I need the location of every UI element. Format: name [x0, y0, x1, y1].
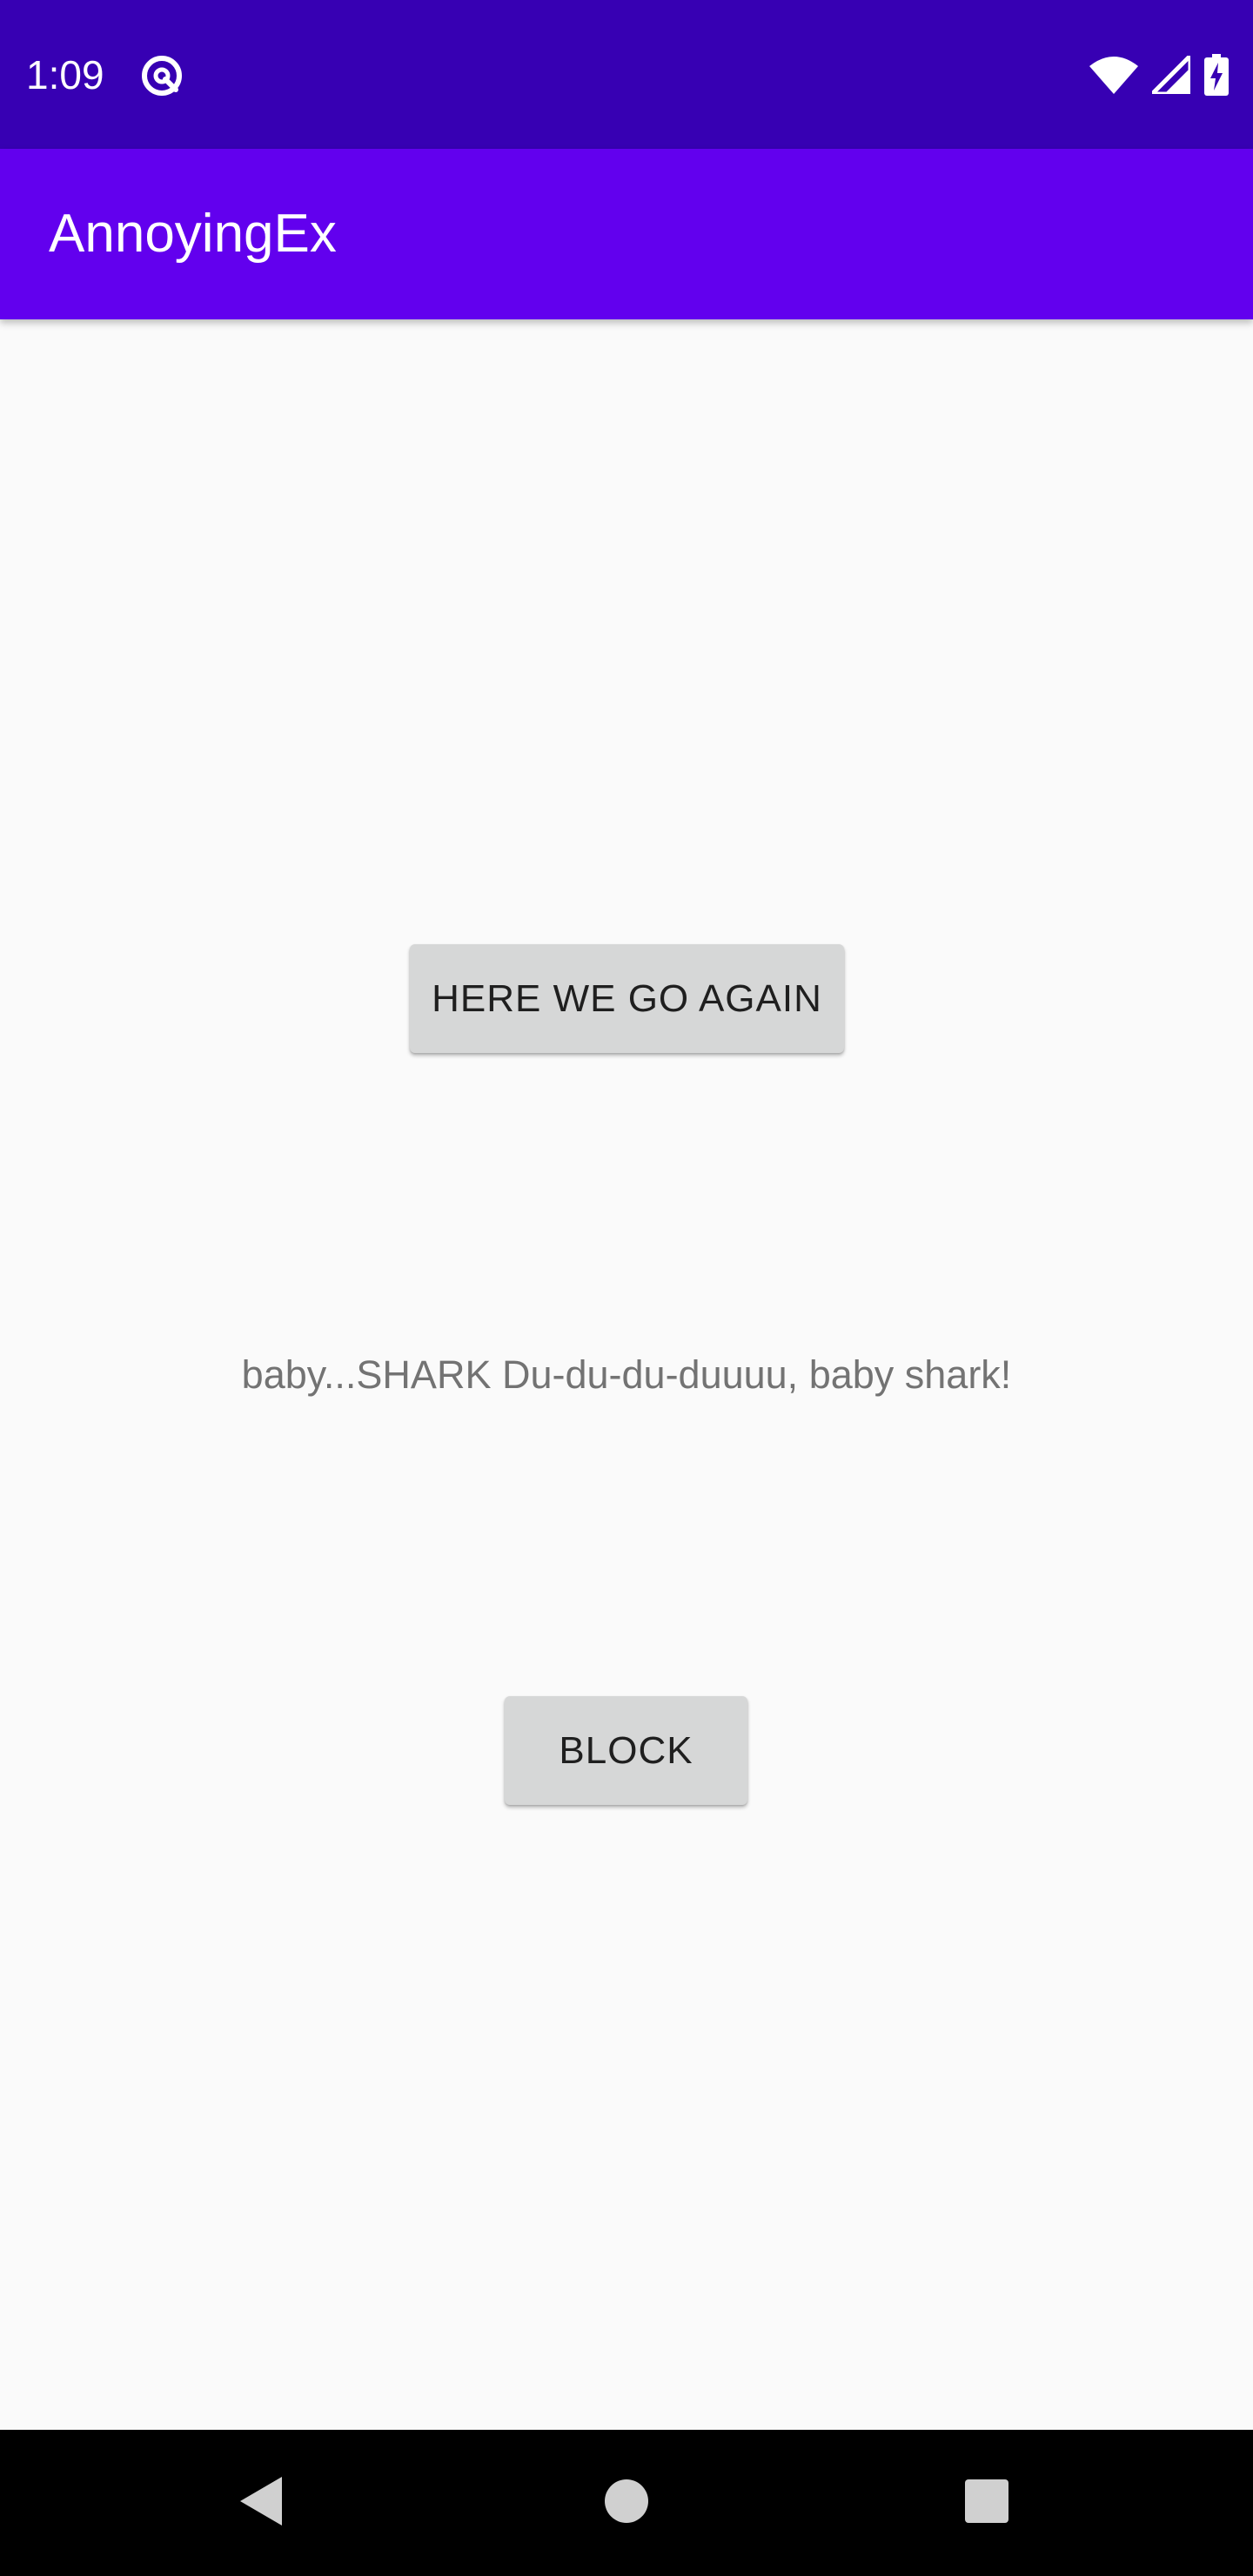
back-icon [237, 2473, 285, 2533]
nav-back-button[interactable] [209, 2430, 313, 2576]
screen: 1:09 AnnoyingEx HERE WE GO AGAIN baby...… [0, 0, 1253, 2576]
notification-at-icon [139, 53, 184, 98]
nav-home-button[interactable] [574, 2430, 679, 2576]
nav-recents-button[interactable] [935, 2430, 1039, 2576]
status-time: 1:09 [26, 52, 104, 97]
wifi-icon [1089, 56, 1138, 94]
navigation-bar [0, 2430, 1253, 2576]
lyric-text: baby...SHARK Du-du-du-duuuu, baby shark! [241, 1352, 1012, 1397]
home-icon [603, 2478, 650, 2529]
signal-icon [1152, 56, 1190, 94]
app-title: AnnoyingEx [49, 204, 337, 264]
status-bar: 1:09 [0, 0, 1253, 149]
app-bar: AnnoyingEx [0, 149, 1253, 319]
battery-charging-icon [1204, 54, 1229, 96]
recents-icon [963, 2478, 1010, 2529]
here-we-go-again-button[interactable]: HERE WE GO AGAIN [410, 944, 844, 1053]
block-button[interactable]: BLOCK [505, 1696, 747, 1805]
status-icons [1089, 52, 1229, 97]
